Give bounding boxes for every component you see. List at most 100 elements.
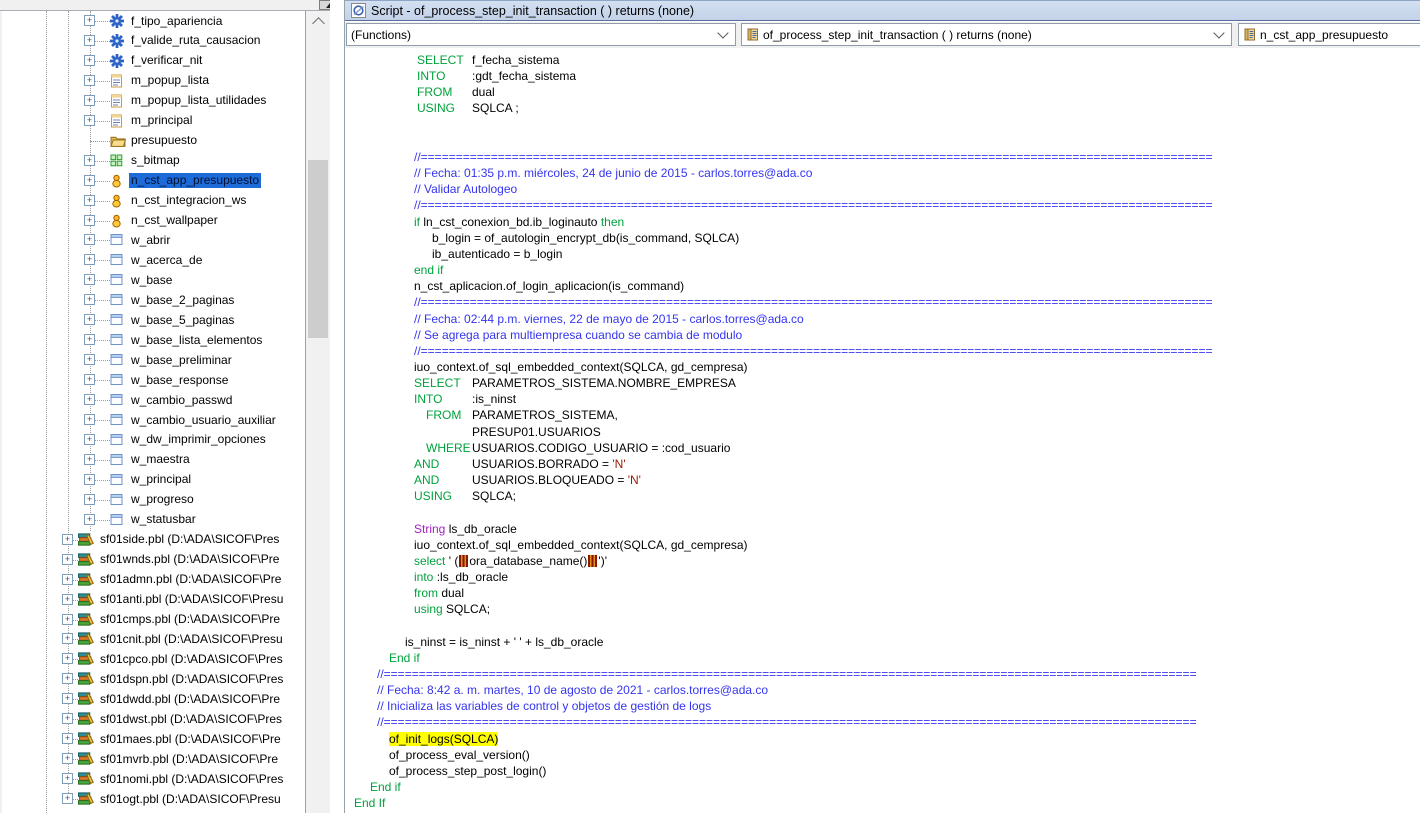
tree-item-label[interactable]: w_acerca_de — [129, 253, 204, 268]
expand-button[interactable]: + — [84, 314, 95, 325]
tree-item[interactable]: + w_base_5_paginas — [2, 310, 305, 330]
tree-item-label[interactable]: n_cst_app_presupuesto — [129, 173, 261, 188]
tree-item-label[interactable]: w_base_lista_elementos — [129, 333, 264, 348]
tree-item[interactable]: + w_base_lista_elementos — [2, 330, 305, 350]
expand-button[interactable]: + — [84, 474, 95, 485]
expand-button[interactable]: + — [62, 554, 73, 565]
code-editor[interactable]: SELECTf_fecha_sistemaINTO:gdt_fecha_sist… — [345, 48, 1420, 813]
tree-item[interactable]: +w_cambio_passwd — [2, 390, 305, 410]
expand-button[interactable]: + — [62, 713, 73, 724]
expand-button[interactable]: + — [84, 234, 95, 245]
tree-item[interactable]: +f_verificar_nit — [2, 51, 305, 71]
expand-button[interactable]: + — [84, 354, 95, 365]
tree-item-label[interactable]: w_statusbar — [129, 512, 198, 527]
expand-button[interactable]: + — [84, 15, 95, 26]
tree-item-label[interactable]: sf01cnit.pbl (D:\ADA\SICOF\Presu — [98, 632, 285, 647]
expand-button[interactable]: + — [84, 175, 95, 186]
expand-button[interactable]: + — [84, 155, 95, 166]
tree-item[interactable]: + sf01mvrb.pbl (D:\ADA\SICOF\Pre — [2, 749, 305, 769]
expand-button[interactable]: + — [84, 514, 95, 525]
expand-button[interactable]: + — [84, 434, 95, 445]
tree-item-label[interactable]: f_tipo_apariencia — [129, 14, 224, 29]
tree-item-label[interactable]: n_cst_integracion_ws — [129, 193, 248, 208]
tree-item[interactable]: + sf01admn.pbl (D:\ADA\SICOF\Pre — [2, 570, 305, 590]
expand-button[interactable]: + — [84, 75, 95, 86]
tree-item-label[interactable]: w_principal — [129, 472, 193, 487]
event-dropdown[interactable]: of_process_step_init_transaction ( ) ret… — [741, 23, 1232, 46]
system-tree[interactable]: + f_tipo_apariencia +f_valide_ruta_causaci… — [2, 11, 306, 813]
expand-button[interactable]: + — [62, 614, 73, 625]
tree-item[interactable]: +sf01cnit.pbl (D:\ADA\SICOF\Presu — [2, 629, 305, 649]
tree-item[interactable]: + sf01cpco.pbl (D:\ADA\SICOF\Pres — [2, 649, 305, 669]
tree-item-label[interactable]: presupuesto — [129, 133, 199, 148]
tree-item[interactable]: + sf01side.pbl (D:\ADA\SICOF\Pres — [2, 530, 305, 550]
tree-item-label[interactable]: m_popup_lista_utilidades — [129, 93, 268, 108]
expand-button[interactable]: + — [84, 274, 95, 285]
tree-item[interactable]: + sf01wnds.pbl (D:\ADA\SICOF\Pre — [2, 550, 305, 570]
tree-item-label[interactable]: sf01ogt.pbl (D:\ADA\SICOF\Presu — [98, 792, 283, 807]
tree-item[interactable]: + w_base_preliminar — [2, 350, 305, 370]
tree-item-label[interactable]: w_dw_imprimir_opciones — [129, 432, 268, 447]
object-dropdown[interactable]: n_cst_app_presupuesto — [1238, 23, 1420, 46]
tree-item[interactable]: +w_maestra — [2, 450, 305, 470]
tree-item-label[interactable]: sf01wnds.pbl (D:\ADA\SICOF\Pre — [98, 552, 281, 567]
tree-item-label[interactable]: sf01maes.pbl (D:\ADA\SICOF\Pre — [98, 732, 283, 747]
expand-button[interactable]: + — [62, 793, 73, 804]
tree-item-label[interactable]: sf01cmps.pbl (D:\ADA\SICOF\Pre — [98, 612, 282, 627]
expand-button[interactable]: + — [62, 594, 73, 605]
expand-button[interactable]: + — [84, 414, 95, 425]
expand-button[interactable]: + — [84, 35, 95, 46]
panel-splitter[interactable] — [330, 0, 345, 813]
tree-item-label[interactable]: m_principal — [129, 113, 194, 128]
expand-button[interactable]: + — [84, 55, 95, 66]
expand-button[interactable]: + — [62, 653, 73, 664]
tree-item[interactable]: +f_valide_ruta_causacion — [2, 31, 305, 51]
tree-item-label[interactable]: sf01side.pbl (D:\ADA\SICOF\Pres — [98, 532, 281, 547]
tree-item[interactable]: +w_cambio_usuario_auxiliar — [2, 410, 305, 430]
expand-button[interactable]: + — [84, 254, 95, 265]
expand-button[interactable]: + — [84, 294, 95, 305]
expand-button[interactable]: + — [62, 534, 73, 545]
tree-item[interactable]: + sf01ogt.pbl (D:\ADA\SICOF\Presu — [2, 789, 305, 809]
tree-item[interactable]: + w_base_2_paginas — [2, 290, 305, 310]
tree-item[interactable]: + sf01anti.pbl (D:\ADA\SICOF\Presu — [2, 590, 305, 610]
tree-item[interactable]: + sf01cmps.pbl (D:\ADA\SICOF\Pre — [2, 610, 305, 630]
tree-item[interactable]: + w_acerca_de — [2, 250, 305, 270]
tree-item-label[interactable]: w_base_5_paginas — [129, 313, 236, 328]
tree-item[interactable]: +s_bitmap — [2, 151, 305, 171]
expand-button[interactable]: + — [84, 374, 95, 385]
tree-item[interactable]: + n_cst_app_presupuesto — [2, 171, 305, 191]
expand-button[interactable]: + — [62, 753, 73, 764]
expand-button[interactable]: + — [84, 394, 95, 405]
expand-button[interactable]: + — [84, 115, 95, 126]
tree-item-label[interactable]: n_cst_wallpaper — [129, 213, 220, 228]
tree-item-label[interactable]: w_maestra — [129, 452, 192, 467]
tree-item[interactable]: presupuesto — [2, 131, 305, 151]
tree-scrollbar[interactable] — [306, 11, 330, 813]
expand-button[interactable]: + — [84, 494, 95, 505]
tree-item[interactable]: + sf01maes.pbl (D:\ADA\SICOF\Pre — [2, 729, 305, 749]
expand-button[interactable]: + — [84, 215, 95, 226]
expand-button[interactable]: + — [84, 95, 95, 106]
tree-scrollbar-thumb[interactable] — [308, 160, 328, 338]
tree-item-label[interactable]: sf01cpco.pbl (D:\ADA\SICOF\Pres — [98, 652, 285, 667]
tree-item-label[interactable]: w_progreso — [129, 492, 196, 507]
expand-button[interactable]: + — [62, 733, 73, 744]
tree-item-label[interactable]: sf01admn.pbl (D:\ADA\SICOF\Pre — [98, 572, 283, 587]
expand-button[interactable]: + — [62, 673, 73, 684]
expand-button[interactable]: + — [62, 574, 73, 585]
tree-item-label[interactable]: sf01dwdd.pbl (D:\ADA\SICOF\Pre — [98, 692, 282, 707]
tree-item-label[interactable]: w_base_preliminar — [129, 353, 234, 368]
tree-item-label[interactable]: w_base — [129, 273, 174, 288]
tree-item-label[interactable]: m_popup_lista — [129, 73, 211, 88]
tree-item-label[interactable]: w_base_2_paginas — [129, 293, 236, 308]
tree-item[interactable]: + w_principal — [2, 470, 305, 490]
tree-item[interactable]: +w_base_response — [2, 370, 305, 390]
expand-button[interactable]: + — [62, 773, 73, 784]
tree-item-label[interactable]: sf01mvrb.pbl (D:\ADA\SICOF\Pre — [98, 752, 280, 767]
expand-button[interactable]: + — [84, 195, 95, 206]
tree-item[interactable]: + w_statusbar — [2, 510, 305, 530]
expand-button[interactable]: + — [84, 334, 95, 345]
tree-item[interactable]: + w_base — [2, 270, 305, 290]
tree-item-label[interactable]: sf01anti.pbl (D:\ADA\SICOF\Presu — [98, 592, 285, 607]
